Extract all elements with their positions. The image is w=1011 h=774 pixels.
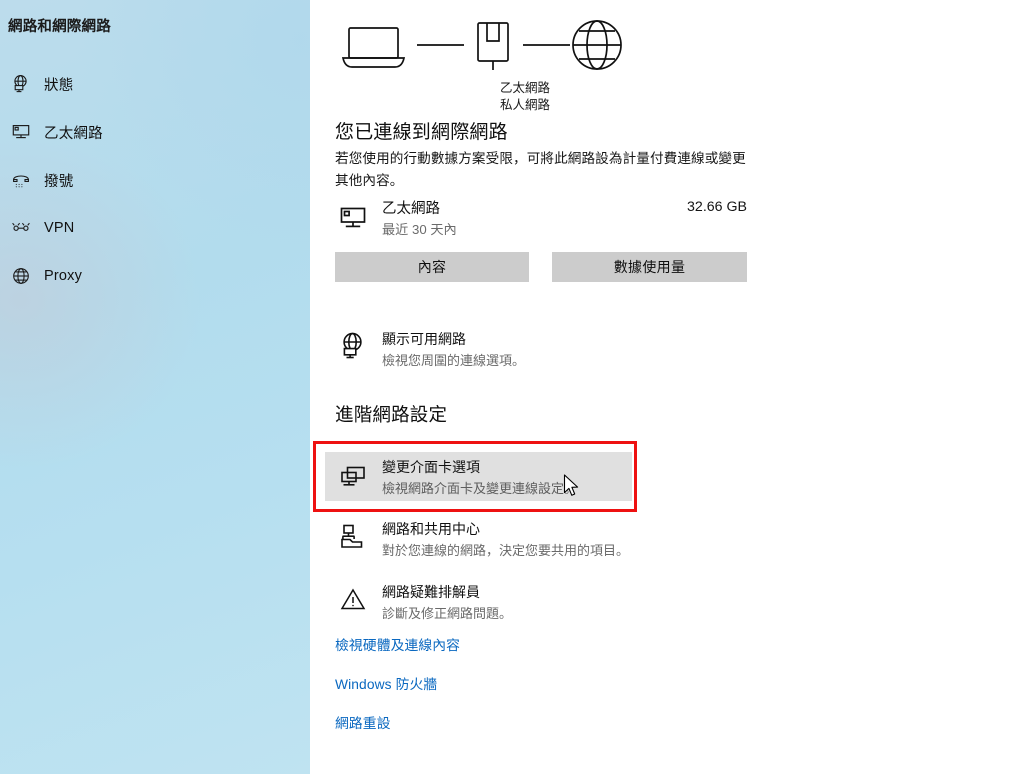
sidebar-item-label: VPN	[44, 220, 75, 236]
advanced-settings-heading: 進階網路設定	[335, 404, 448, 425]
ethernet-monitor-icon	[6, 122, 36, 142]
ethernet-data-usage-value: 32.66 GB	[687, 199, 747, 215]
sidebar-item-ethernet[interactable]: 乙太網路	[0, 110, 310, 154]
globe-monitor-icon	[6, 74, 36, 94]
sidebar-item-label: Proxy	[44, 268, 83, 284]
network-troubleshooter-item[interactable]: 網路疑難排解員 診斷及修正網路問題。	[335, 580, 747, 624]
properties-button[interactable]: 內容	[335, 252, 529, 282]
globe-icon	[572, 20, 622, 70]
view-hardware-properties-link[interactable]: 檢視硬體及連線內容	[335, 634, 460, 654]
diagram-caption: 乙太網路 私人網路	[455, 80, 595, 114]
sidebar-item-status[interactable]: 狀態	[0, 62, 310, 106]
sidebar-item-label: 乙太網路	[44, 125, 103, 142]
ethernet-monitor-icon	[338, 203, 368, 238]
network-reset-link[interactable]: 網路重設	[335, 712, 391, 732]
globe-monitor-icon	[338, 331, 368, 366]
sidebar-item-label: 撥號	[44, 173, 74, 190]
dialup-phone-icon	[6, 170, 36, 190]
sidebar-item-vpn[interactable]: VPN	[0, 206, 310, 250]
change-adapter-options-item[interactable]: 變更介面卡選項 檢視網路介面卡及變更連線設定。	[325, 452, 632, 501]
show-available-networks-item[interactable]: 顯示可用網路 檢視您周圍的連線選項。	[335, 327, 747, 371]
sidebar-item-dialup[interactable]: 撥號	[0, 158, 310, 202]
ethernet-summary-row: 乙太網路 最近 30 天內 32.66 GB	[335, 196, 747, 242]
network-troubleshooter-sub: 診斷及修正網路問題。	[382, 606, 513, 621]
ethernet-connection-name: 乙太網路	[382, 201, 440, 217]
network-sharing-center-item[interactable]: 網路和共用中心 對於您連線的網路，決定您要共用的項目。	[335, 517, 747, 561]
data-usage-button[interactable]: 數據使用量	[552, 252, 747, 282]
change-adapter-options-title: 變更介面卡選項	[382, 459, 480, 475]
vpn-icon	[6, 218, 36, 238]
network-adapter-icon	[338, 462, 368, 497]
network-sharing-center-title: 網路和共用中心	[382, 521, 480, 537]
sharing-folder-icon	[338, 521, 368, 556]
change-adapter-options-sub: 檢視網路介面卡及變更連線設定。	[382, 481, 578, 496]
network-sharing-center-sub: 對於您連線的網路，決定您要共用的項目。	[382, 543, 630, 558]
diagram-caption-line1: 乙太網路	[499, 81, 550, 95]
page-title: 網路和網際網路	[8, 19, 111, 35]
connection-status-heading: 您已連線到網際網路	[335, 122, 508, 143]
ethernet-usage-period: 最近 30 天內	[382, 222, 457, 237]
sidebar-item-label: 狀態	[44, 77, 74, 94]
show-available-networks-sub: 檢視您周圍的連線選項。	[382, 353, 526, 368]
settings-sidebar: 網路和網際網路 狀態 乙太網路 撥號 VPN Proxy	[0, 0, 310, 774]
diagram-caption-line2: 私人網路	[499, 98, 550, 112]
settings-main-pane: 乙太網路 私人網路 您已連線到網際網路 若您使用的行動數據方案受限，可將此網路設…	[310, 0, 1011, 774]
windows-firewall-link[interactable]: Windows 防火牆	[335, 673, 437, 693]
connection-status-description: 若您使用的行動數據方案受限，可將此網路設為計量付費連線或變更其他內容。	[335, 151, 746, 188]
globe-icon	[6, 266, 36, 286]
laptop-icon	[341, 27, 406, 68]
connection-diagram: 乙太網路 私人網路	[335, 10, 665, 112]
network-troubleshooter-title: 網路疑難排解員	[382, 584, 480, 600]
sidebar-item-proxy[interactable]: Proxy	[0, 254, 310, 298]
warning-triangle-icon	[338, 584, 368, 619]
ethernet-port-icon	[477, 22, 509, 70]
show-available-networks-title: 顯示可用網路	[382, 331, 466, 347]
